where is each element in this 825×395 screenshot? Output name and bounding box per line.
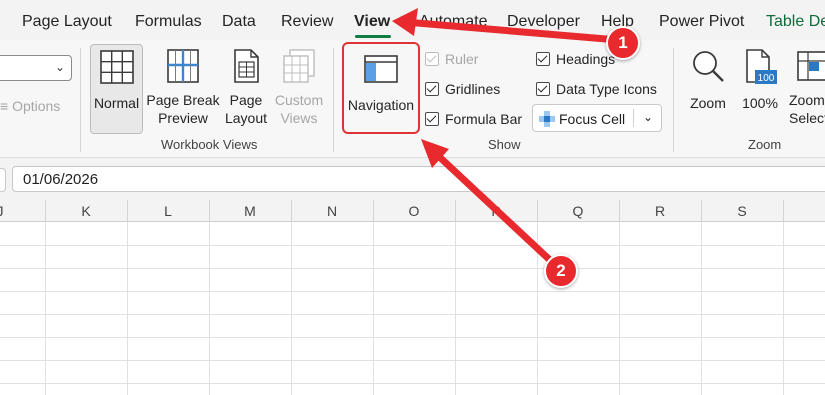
arrow-to-view-tab	[401, 18, 622, 44]
arrow-to-navigation	[428, 146, 556, 266]
step-badge-1: 1	[606, 26, 640, 60]
step-badge-2: 2	[544, 254, 578, 288]
arrowhead-1	[392, 8, 418, 36]
annotation-arrows	[392, 8, 622, 266]
